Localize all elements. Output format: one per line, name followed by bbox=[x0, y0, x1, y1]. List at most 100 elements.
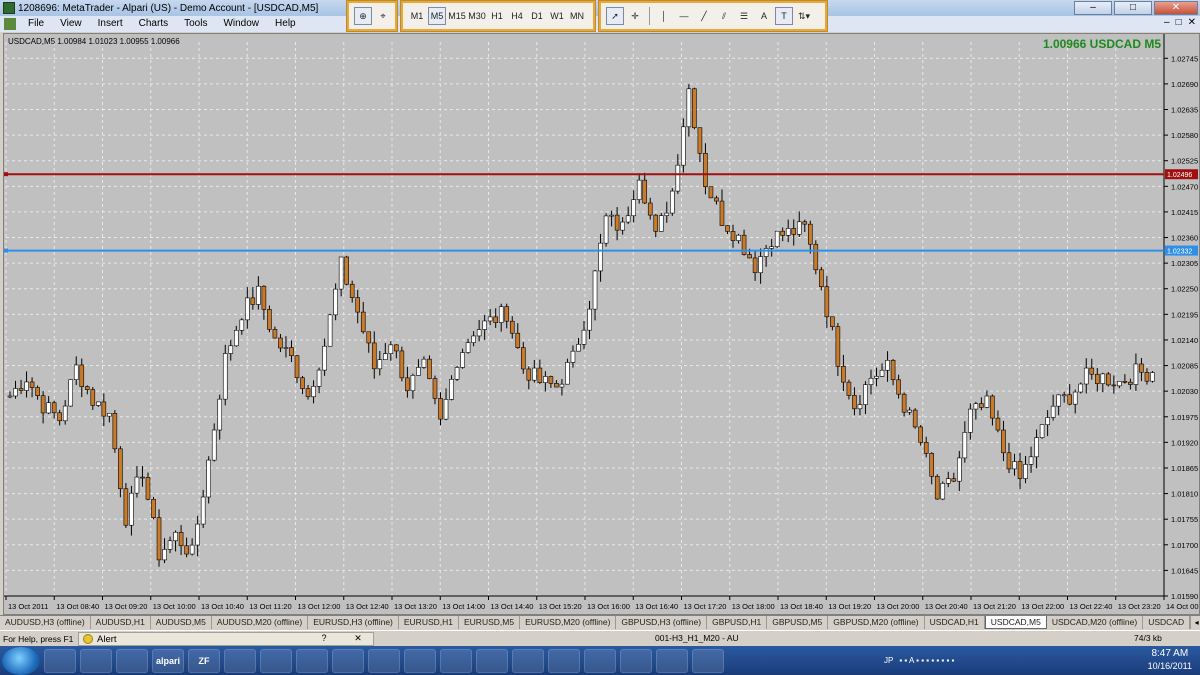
minimize-button[interactable]: – bbox=[1074, 1, 1112, 15]
alert-help-button[interactable]: ? bbox=[317, 633, 331, 643]
alert-close-button[interactable]: ✕ bbox=[351, 633, 365, 644]
vertical-line-icon[interactable]: │ bbox=[655, 7, 673, 25]
taskbar-app-icon[interactable] bbox=[44, 648, 76, 673]
chart-tab[interactable]: GBPUSD,H3 (offline) bbox=[616, 616, 708, 629]
chart-tab[interactable]: EURUSD,H3 (offline) bbox=[308, 616, 399, 629]
price-chart[interactable]: 1.02745 1.02690 1.02635 1.02580 1.02525 1.024… bbox=[3, 33, 1200, 615]
chart-tab[interactable]: EURUSD,M20 (offline) bbox=[520, 616, 617, 629]
menu-charts[interactable]: Charts bbox=[131, 16, 176, 32]
chart-tab[interactable]: AUDUSD,H1 bbox=[91, 616, 151, 629]
trendline-icon[interactable]: ╱ bbox=[695, 7, 713, 25]
candle-body bbox=[752, 257, 758, 274]
chart-tab[interactable]: AUDUSD,M20 (offline) bbox=[212, 616, 309, 629]
status-profile: 001-H3_H1_M20 - AU bbox=[655, 633, 739, 643]
candlestick-chart-svg[interactable]: 1.02745 1.02690 1.02635 1.02580 1.02525 1.024… bbox=[4, 34, 1199, 614]
candle-body bbox=[7, 395, 13, 398]
timeframe-h1[interactable]: H1 bbox=[488, 7, 506, 25]
chart-tab[interactable]: USDCAD,H1 bbox=[925, 616, 985, 629]
taskbar-app-icon[interactable] bbox=[260, 648, 292, 673]
taskbar-app-icon[interactable] bbox=[224, 648, 256, 673]
text-tool-icon[interactable]: A bbox=[755, 7, 773, 25]
taskbar-app-icon[interactable] bbox=[404, 648, 436, 673]
timeframe-h4[interactable]: H4 bbox=[508, 7, 526, 25]
taskbar-app-icon[interactable] bbox=[620, 648, 652, 673]
taskbar-app-icon[interactable] bbox=[476, 648, 508, 673]
crosshair-icon[interactable]: ✛ bbox=[626, 7, 644, 25]
line-anchor-handle bbox=[4, 172, 8, 177]
chart-tab[interactable]: USDCAD bbox=[1143, 616, 1191, 629]
taskbar-app-icon[interactable] bbox=[368, 648, 400, 673]
timeframe-w1[interactable]: W1 bbox=[548, 7, 566, 25]
menu-view[interactable]: View bbox=[52, 16, 90, 32]
menu-tools[interactable]: Tools bbox=[176, 16, 215, 32]
zoom-icon[interactable]: ⊕ bbox=[354, 7, 372, 25]
time-tick-label: 13 Oct 14:00 bbox=[442, 602, 485, 611]
taskbar-app-icon[interactable] bbox=[296, 648, 328, 673]
taskbar-app-icon[interactable] bbox=[116, 648, 148, 673]
taskbar-app-icon[interactable] bbox=[548, 648, 580, 673]
price-tick-label: 1.02195 bbox=[1171, 310, 1198, 319]
candle-body bbox=[1106, 373, 1111, 386]
candle-body bbox=[311, 386, 316, 398]
candle-body bbox=[592, 270, 598, 310]
chart-tab[interactable]: USDCAD,M20 (offline) bbox=[1047, 616, 1144, 629]
menu-insert[interactable]: Insert bbox=[90, 16, 131, 32]
horizontal-line-icon[interactable]: — bbox=[675, 7, 693, 25]
mdi-minimize-button[interactable]: – bbox=[1164, 17, 1170, 28]
cursor-arrow-icon[interactable]: ➚ bbox=[606, 7, 624, 25]
menu-window[interactable]: Window bbox=[215, 16, 267, 32]
taskbar-app-icon[interactable] bbox=[692, 648, 724, 673]
taskbar-app-icon[interactable]: alpari bbox=[152, 648, 184, 673]
candle-body bbox=[228, 345, 234, 354]
close-button[interactable]: ✕ bbox=[1154, 1, 1198, 15]
taskbar-clock[interactable]: 8:47 AM 10/16/2011 bbox=[1148, 648, 1192, 672]
maximize-button[interactable]: □ bbox=[1114, 1, 1152, 15]
timeframe-m15[interactable]: M15 bbox=[448, 7, 466, 25]
crosshair-target-icon[interactable]: ⌖ bbox=[374, 7, 392, 25]
text-label-tool-icon[interactable]: T bbox=[775, 7, 793, 25]
fibonacci-icon[interactable]: ☰ bbox=[735, 7, 753, 25]
candle-body bbox=[294, 355, 300, 379]
chart-tab[interactable]: GBPUSD,M20 (offline) bbox=[828, 616, 925, 629]
arrows-dropdown-icon[interactable]: ⇅▾ bbox=[795, 7, 813, 25]
alert-window[interactable]: Alert ? ✕ bbox=[78, 632, 374, 646]
taskbar-app-icon[interactable]: ZF bbox=[188, 648, 220, 673]
tray-icons[interactable]: ▪ ▪ A ▪ ▪ ▪ ▪ ▪ ▪ ▪ ▪ bbox=[899, 656, 954, 665]
chart-tab[interactable]: GBPUSD,M5 bbox=[767, 616, 829, 629]
mdi-restore-button[interactable]: □ bbox=[1176, 17, 1182, 28]
timeframe-mn[interactable]: MN bbox=[568, 7, 586, 25]
candle-body bbox=[487, 316, 493, 322]
chart-tab[interactable]: EURUSD,H1 bbox=[399, 616, 459, 629]
candle-body bbox=[482, 320, 487, 330]
timeframe-m5[interactable]: M5 bbox=[428, 7, 446, 25]
start-orb-icon[interactable] bbox=[2, 646, 40, 675]
taskbar-app-icon[interactable] bbox=[584, 648, 616, 673]
menu-file[interactable]: File bbox=[20, 16, 52, 32]
candle-body bbox=[631, 199, 636, 217]
time-tick-label: 13 Oct 2011 bbox=[8, 602, 48, 611]
candle-body bbox=[1001, 429, 1006, 454]
taskbar-app-icon[interactable] bbox=[656, 648, 688, 673]
tab-scroll-left-icon[interactable]: ◂ bbox=[1190, 616, 1200, 629]
chart-tab[interactable]: USDCAD,M5 bbox=[984, 616, 1047, 629]
taskbar-app-icon[interactable] bbox=[80, 648, 112, 673]
chart-tab[interactable]: AUDUSD,H3 (offline) bbox=[0, 616, 91, 629]
timeframe-d1[interactable]: D1 bbox=[528, 7, 546, 25]
taskbar-app-icon[interactable] bbox=[440, 648, 472, 673]
timeframe-m30[interactable]: M30 bbox=[468, 7, 486, 25]
menu-help[interactable]: Help bbox=[267, 16, 304, 32]
mdi-close-button[interactable]: ✕ bbox=[1188, 17, 1196, 28]
candle-body bbox=[681, 126, 686, 166]
chart-document-icon[interactable] bbox=[4, 18, 16, 30]
language-indicator[interactable]: JP bbox=[884, 656, 893, 665]
taskbar-app-icon[interactable] bbox=[332, 648, 364, 673]
time-tick-label: 13 Oct 19:20 bbox=[828, 602, 871, 611]
chart-tab[interactable]: GBPUSD,H1 bbox=[707, 616, 768, 629]
taskbar-app-icon[interactable] bbox=[512, 648, 544, 673]
timeframe-m1[interactable]: M1 bbox=[408, 7, 426, 25]
chart-tab[interactable]: AUDUSD,M5 bbox=[151, 616, 212, 629]
candle-body bbox=[405, 377, 410, 392]
channel-icon[interactable]: ⫽ bbox=[715, 7, 733, 25]
candle-body bbox=[719, 200, 725, 226]
chart-tab[interactable]: EURUSD,M5 bbox=[459, 616, 521, 629]
